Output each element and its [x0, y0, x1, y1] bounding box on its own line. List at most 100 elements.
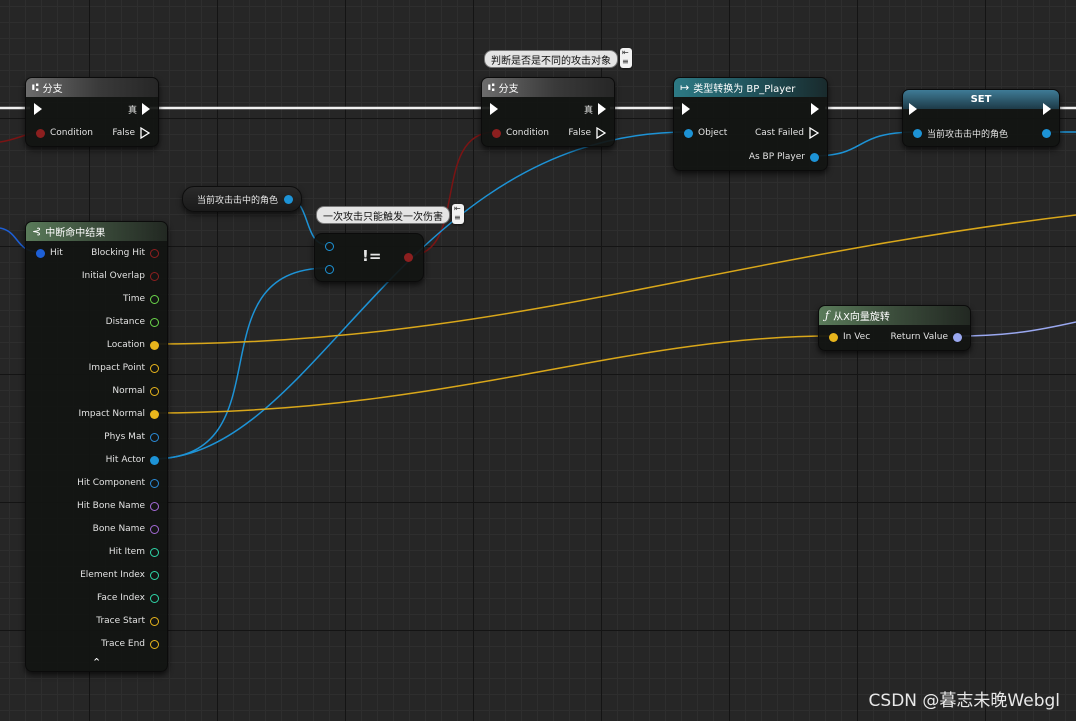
return-value-label: Return Value [890, 332, 948, 342]
hit-output-pin[interactable]: Impact Point [89, 361, 159, 375]
branch-node-1-header[interactable]: ⑆ 分支 [26, 78, 158, 97]
exec-in-pin[interactable] [490, 102, 498, 116]
object-pin-icon[interactable] [325, 265, 334, 274]
true-exec-pin[interactable]: 真 [128, 102, 150, 116]
rotation-from-x-header[interactable]: ƒ 从X向量旋转 [819, 306, 970, 325]
hit-output-pin[interactable]: Phys Mat [104, 430, 159, 444]
hit-output-pin[interactable]: Trace End [101, 637, 159, 651]
as-bp-player-label: As BP Player [748, 152, 805, 162]
exec-out-icon [142, 103, 150, 115]
output-pin-icon [150, 317, 159, 327]
output-pin-icon [150, 340, 159, 350]
hit-output-label: Initial Overlap [81, 271, 145, 281]
exec-in-icon [34, 103, 42, 115]
condition-pin[interactable]: Condition [36, 126, 93, 140]
rotation-from-x-node[interactable]: ƒ 从X向量旋转 In Vec Return Value [818, 305, 971, 351]
branch-node-2[interactable]: ⑆ 分支 真 Condition False [481, 77, 615, 147]
set-node-header[interactable]: SET [903, 90, 1059, 109]
output-pin-icon [150, 271, 159, 281]
comment-bubble[interactable]: 判断是否是不同的攻击对象 [484, 50, 618, 68]
hit-output-label: Trace Start [96, 616, 145, 626]
hit-output-pin[interactable]: Distance [106, 315, 159, 329]
function-icon: ƒ [825, 309, 830, 322]
hit-output-pin[interactable]: Location [107, 338, 159, 352]
comment-toggle[interactable]: ⇤ ≡ [452, 204, 464, 224]
hit-output-label: Impact Normal [78, 409, 145, 419]
false-exec-pin[interactable]: False [568, 126, 606, 140]
bool-pin-icon [36, 128, 45, 138]
hit-input-pin[interactable]: Hit [36, 246, 63, 260]
exec-out-icon [811, 103, 819, 115]
cast-node-header[interactable]: ↦ 类型转换为 BP_Player [674, 78, 827, 97]
output-pin-icon [150, 409, 159, 419]
true-exec-pin[interactable]: 真 [584, 102, 606, 116]
return-value-pin[interactable]: Return Value [891, 330, 962, 344]
hit-output-pin[interactable]: Impact Normal [78, 407, 159, 421]
branch-icon: ⑆ [488, 81, 495, 94]
branch-node-1-title: 分支 [42, 84, 63, 95]
hit-output-pin[interactable]: Hit Actor [106, 453, 159, 467]
condition-pin[interactable]: Condition [492, 126, 549, 140]
hit-output-pin[interactable]: Initial Overlap [82, 269, 159, 283]
pin-icon: ⇤ [454, 204, 461, 213]
hit-output-label: Hit Actor [105, 455, 145, 465]
comment-bubble[interactable]: 一次攻击只能触发一次伤害 [316, 206, 450, 224]
set-var-pin[interactable]: 当前攻击击中的角色 [913, 126, 1008, 140]
hit-output-pin[interactable]: Blocking Hit [91, 246, 159, 260]
object-pin-icon [684, 128, 693, 138]
set-out-pin[interactable] [1042, 126, 1051, 140]
hit-output-pin[interactable]: Normal [112, 384, 159, 398]
hit-output-label: Face Index [97, 593, 145, 603]
hit-output-pin[interactable]: Hit Bone Name [77, 499, 159, 513]
condition-label: Condition [506, 128, 549, 138]
exec-out-pin[interactable] [1043, 102, 1051, 116]
vector-wire [151, 335, 833, 414]
hit-output-label: Distance [105, 317, 145, 327]
object-pin-icon [810, 152, 819, 162]
rotation-from-x-title: 从X向量旋转 [833, 312, 890, 323]
exec-in-pin[interactable] [682, 102, 690, 116]
comment-toggle[interactable]: ⇤ ≡ [620, 48, 632, 68]
cast-node-title: 类型转换为 BP_Player [693, 84, 796, 95]
object-pin-icon[interactable] [284, 194, 294, 204]
hit-output-label: Time [122, 294, 145, 304]
exec-out-pin[interactable] [811, 102, 819, 116]
break-hit-result-node[interactable]: ⊰ 中断命中结果 Hit Blocking Hit Initial Overlap… [25, 221, 168, 672]
output-pin-icon [150, 363, 159, 373]
hit-output-pin[interactable]: Face Index [97, 591, 159, 605]
pin-icon: ⇤ [622, 48, 629, 57]
branch-node-2-header[interactable]: ⑆ 分支 [482, 78, 614, 97]
variable-getter-node[interactable]: 当前攻击击中的角色 [182, 186, 303, 212]
as-bp-player-pin[interactable]: As BP Player [749, 150, 819, 164]
set-node[interactable]: SET 当前攻击击中的角色 [902, 89, 1060, 147]
output-pin-icon [150, 547, 159, 557]
hit-output-pin[interactable]: Time [123, 292, 159, 306]
exec-in-pin[interactable] [34, 102, 42, 116]
hit-output-pin[interactable]: Hit Item [109, 545, 159, 559]
hit-output-pin[interactable]: Hit Component [77, 476, 159, 490]
output-pin-icon [150, 386, 159, 396]
collapse-chevron-icon[interactable]: ⌃ [92, 656, 101, 669]
bool-pin-icon[interactable] [404, 253, 413, 262]
object-pin-icon[interactable] [325, 242, 334, 251]
false-label: False [112, 128, 135, 138]
break-struct-icon: ⊰ [32, 225, 42, 238]
exec-in-pin[interactable] [909, 102, 917, 116]
hit-output-pin[interactable]: Bone Name [93, 522, 159, 536]
cast-node[interactable]: ↦ 类型转换为 BP_Player Object Cast Failed As … [673, 77, 828, 171]
hit-output-pin[interactable]: Trace Start [96, 614, 159, 628]
hit-input-label: Hit [50, 248, 63, 258]
break-hit-result-header[interactable]: ⊰ 中断命中结果 [26, 222, 167, 241]
cast-failed-pin[interactable]: Cast Failed [755, 126, 819, 140]
in-vec-pin[interactable]: In Vec [829, 330, 870, 344]
exec-in-icon [682, 103, 690, 115]
object-pin[interactable]: Object [684, 126, 727, 140]
output-pin-icon [150, 294, 159, 304]
hit-output-pin[interactable]: Element Index [80, 568, 159, 582]
not-equal-node[interactable]: != [314, 233, 424, 282]
branch-node-1[interactable]: ⑆ 分支 真 Condition False [25, 77, 159, 147]
pin-icon: ≡ [622, 57, 629, 66]
false-exec-pin[interactable]: False [112, 126, 150, 140]
hit-output-label: Impact Point [88, 363, 145, 373]
hit-output-label: Hit Component [77, 478, 145, 488]
